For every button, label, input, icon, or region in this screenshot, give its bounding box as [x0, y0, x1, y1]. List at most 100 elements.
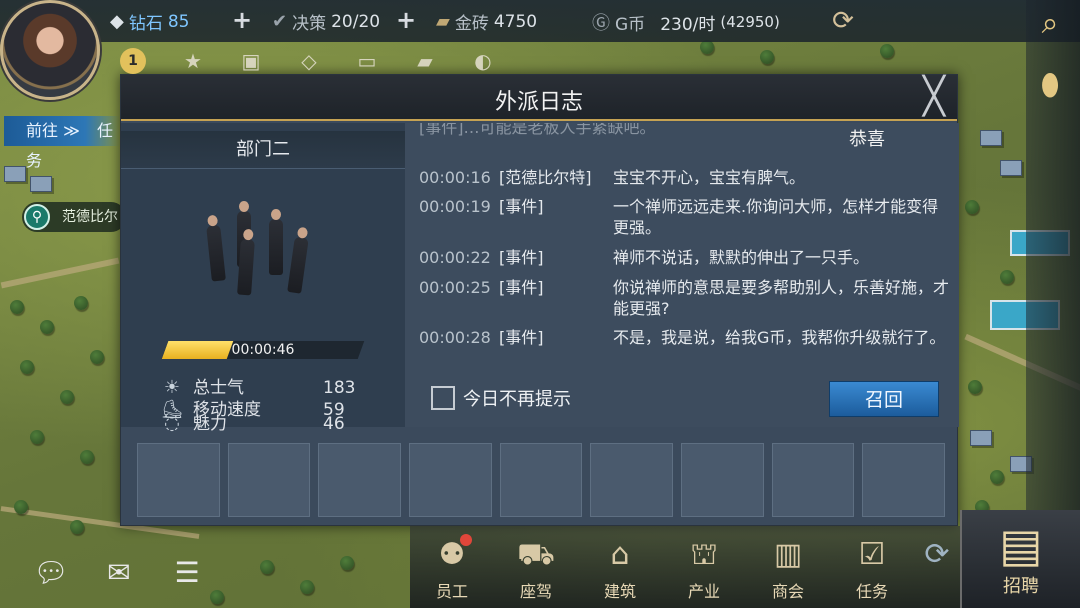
- congrats-text: 恭喜: [849, 129, 885, 150]
- log-time: 00:00:16: [419, 168, 491, 187]
- nav-staff[interactable]: ⚉ 员工: [410, 526, 494, 608]
- recruit-label: 招聘: [1003, 576, 1039, 597]
- employee-slot[interactable]: [227, 443, 311, 517]
- goto-task-button[interactable]: 前往 ≫ 任务: [4, 116, 120, 170]
- gcoin-label: G币: [615, 14, 646, 35]
- map-location-label[interactable]: ⚲ 范德比尔: [22, 202, 126, 232]
- player-avatar[interactable]: [0, 0, 100, 100]
- nav-staff-label: 员工: [435, 582, 468, 601]
- document-icon: ▤: [999, 518, 1043, 572]
- log-message: 一个禅师远远走来.你询问大师，怎样才能变得更强。: [613, 197, 939, 237]
- event-log-panel[interactable]: [事件]…可能是老板人手紧缺吧。 恭喜 00:00:16 [范德比尔特] 宝宝不…: [405, 123, 959, 427]
- dialog-header: 外派日志 ╳: [121, 75, 957, 121]
- dialog-title: 外派日志: [494, 90, 583, 115]
- employee-slot[interactable]: [137, 443, 220, 517]
- decision-label: 决策: [292, 14, 327, 34]
- gold-brick-resource[interactable]: ▰ 金砖 4750: [436, 9, 537, 34]
- nav-car[interactable]: ⛟ 座驾: [494, 526, 578, 608]
- decision-resource[interactable]: ✔ 决策 20/20: [272, 9, 380, 34]
- employee-slot[interactable]: [499, 443, 583, 517]
- recruit-button[interactable]: ▤ 招聘: [960, 510, 1080, 608]
- shoe-icon: ⛸: [160, 399, 184, 420]
- dont-show-label: 今日不再提示: [463, 389, 571, 410]
- nav-chamber[interactable]: ▥ 商会: [746, 526, 830, 608]
- gold-brick-icon: ▰: [436, 11, 450, 32]
- level-badge: 1: [120, 48, 146, 74]
- stat-speed: ⛸ 移动速度 59: [159, 397, 369, 423]
- check-icon: ✔: [272, 11, 288, 32]
- log-source: [范德比尔特]: [499, 168, 592, 187]
- decision-value: 20/20: [331, 11, 381, 32]
- location-name: 范德比尔: [62, 209, 118, 225]
- building-icon: ▥: [773, 537, 803, 572]
- mail-icon[interactable]: ✉: [96, 554, 142, 592]
- refresh-icon: ⟳: [924, 537, 950, 572]
- nav-chamber-label: 商会: [771, 582, 804, 601]
- staff-icon: ⚉: [438, 537, 466, 572]
- diamond-value: 85: [167, 11, 190, 32]
- list-icon[interactable]: ☰: [164, 554, 210, 592]
- log-message: 禅师不说话，默默的伸出了一只手。: [613, 248, 870, 267]
- gold-bar-icon[interactable]: ▰: [408, 46, 442, 76]
- card-icon[interactable]: ▭: [350, 46, 384, 76]
- nav-industry-label: 产业: [687, 582, 720, 601]
- add-decision-button[interactable]: +: [396, 6, 416, 34]
- star-icon[interactable]: ★: [176, 46, 210, 76]
- nav-car-label: 座驾: [519, 582, 552, 601]
- goto-label: 前往 ≫: [26, 121, 80, 140]
- gcoin-rate: 230/时: [660, 14, 716, 35]
- employee-slot[interactable]: [771, 443, 855, 517]
- gift-icon[interactable]: ▣: [234, 46, 268, 76]
- nav-building-label: 建筑: [603, 582, 636, 601]
- employee-group-image: [199, 193, 339, 297]
- task-icon: ☑: [858, 537, 886, 572]
- stat-speed-label: 移动速度: [193, 400, 261, 420]
- progress-time: 00:00:46: [231, 342, 295, 358]
- location-pin-icon[interactable]: ⬮: [1028, 64, 1072, 108]
- gcoin-resource[interactable]: Ⓖ G币 230/时 (42950): [592, 9, 780, 35]
- employee-slot-row: [137, 443, 946, 519]
- log-source: [事件]: [499, 328, 544, 347]
- close-icon[interactable]: ╳: [915, 79, 953, 117]
- log-time: 00:00:28: [419, 328, 491, 347]
- add-diamond-button[interactable]: +: [232, 6, 252, 34]
- log-message: 宝宝不开心，宝宝有脾气。: [613, 168, 806, 187]
- nav-task[interactable]: ☑ 任务: [830, 526, 914, 608]
- factory-icon: ⌂: [610, 537, 630, 572]
- employee-slot[interactable]: [681, 443, 764, 517]
- dont-show-today[interactable]: 今日不再提示: [431, 385, 571, 411]
- nav-industry[interactable]: ⛫ 产业: [662, 526, 746, 608]
- diamond-resource[interactable]: ◆ 钻石 85: [110, 9, 189, 34]
- notification-dot: [460, 534, 472, 546]
- employee-slot[interactable]: [862, 443, 946, 517]
- log-time: 00:00:22: [419, 248, 491, 267]
- department-name: 部门二: [121, 131, 405, 169]
- recall-button[interactable]: 召回: [829, 381, 939, 417]
- stat-speed-value: 59: [323, 400, 345, 420]
- refresh-icon[interactable]: ⟳: [826, 4, 860, 38]
- employee-slot[interactable]: [590, 443, 674, 517]
- diamond-shop-icon[interactable]: ◇: [292, 46, 326, 76]
- car-icon: ⛟: [517, 537, 555, 572]
- search-icon[interactable]: ⌕: [1028, 2, 1072, 46]
- quick-icon-row: ◒ ★ ▣ ◇ ▭ ▰ ◐: [118, 44, 500, 78]
- employee-slot[interactable]: [409, 443, 492, 517]
- spinner-icon[interactable]: ◐: [466, 46, 500, 76]
- dont-show-checkbox[interactable]: [431, 386, 455, 410]
- gcoin-total: (42950): [720, 13, 780, 31]
- diamond-icon: ◆: [110, 11, 124, 32]
- log-message: 不是，我是说，给我G币，我帮你升级就行了。: [613, 328, 946, 347]
- main-nav: ⚉ 员工 ⛟ 座驾 ⌂ 建筑 ⛫ 产业 ▥ 商会 ☑ 任务 ⟳: [410, 526, 960, 608]
- walking-person-icon: ⚲: [24, 204, 50, 230]
- gcoin-icon: Ⓖ: [592, 13, 610, 34]
- log-source: [事件]: [499, 278, 544, 297]
- dispatch-log-dialog: 外派日志 ╳ 部门二 00:00:46 ☀ 总士气 183 ◌ 魅力 46 ⛸ …: [120, 74, 959, 526]
- chat-icon[interactable]: 💬︎: [28, 554, 74, 592]
- employee-slot[interactable]: [318, 443, 402, 517]
- diamond-label: 钻石: [128, 14, 163, 34]
- nav-task-label: 任务: [855, 582, 888, 601]
- nav-refresh[interactable]: ⟳: [914, 526, 960, 608]
- nav-building[interactable]: ⌂ 建筑: [578, 526, 662, 608]
- event-log-list[interactable]: [事件]…可能是老板人手紧缺吧。 恭喜 00:00:16 [范德比尔特] 宝宝不…: [405, 123, 959, 353]
- log-message: 你说禅师的意思是要多帮助别人，乐善好施，才能更强?: [613, 278, 950, 318]
